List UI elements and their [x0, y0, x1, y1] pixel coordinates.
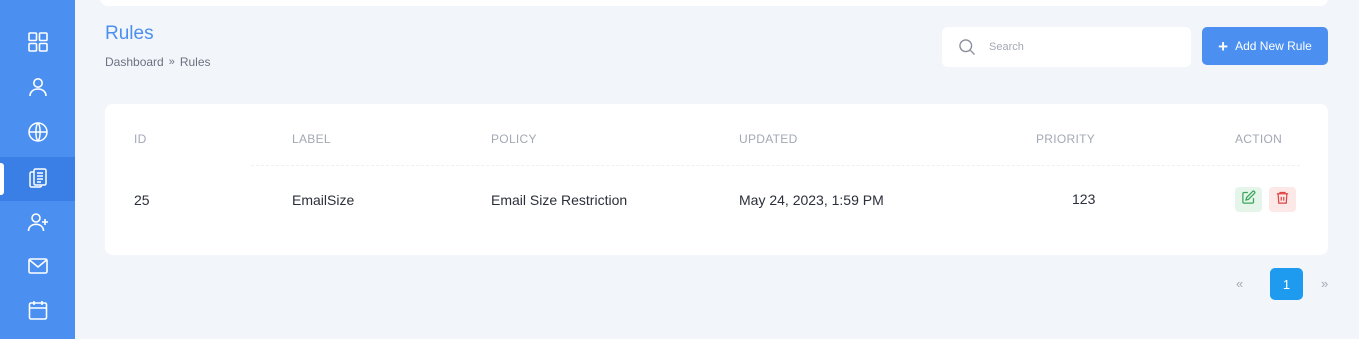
user-icon: [26, 75, 50, 104]
pagination-prev-button[interactable]: «: [1236, 276, 1243, 291]
breadcrumb: Dashboard » Rules: [105, 55, 211, 69]
pagination-next-button[interactable]: »: [1321, 276, 1328, 291]
add-new-rule-label: Add New Rule: [1235, 39, 1312, 53]
cell-label: EmailSize: [292, 192, 355, 208]
sidebar-item-user[interactable]: [0, 67, 75, 111]
user-plus-icon: [26, 210, 50, 239]
column-header-label[interactable]: LABEL: [292, 132, 331, 146]
column-header-updated[interactable]: UPDATED: [739, 132, 798, 146]
documents-icon: [26, 165, 50, 194]
sidebar-item-globe[interactable]: [0, 112, 75, 156]
top-card: [100, 0, 1328, 6]
column-header-action: ACTION: [1235, 132, 1283, 146]
globe-icon: [26, 120, 50, 149]
breadcrumb-separator-icon: »: [168, 56, 175, 68]
search-input[interactable]: [989, 41, 1179, 53]
cell-policy: Email Size Restriction: [491, 192, 628, 208]
grid-icon: [26, 30, 50, 59]
mail-icon: [26, 254, 50, 283]
cell-id: 25: [134, 192, 150, 208]
sidebar: [0, 0, 75, 339]
sidebar-item-rules[interactable]: [0, 157, 75, 201]
edit-button[interactable]: [1235, 187, 1262, 212]
trash-icon: [1275, 190, 1290, 210]
column-header-policy[interactable]: POLICY: [491, 132, 537, 146]
add-new-rule-button[interactable]: + Add New Rule: [1202, 27, 1328, 65]
delete-button[interactable]: [1269, 187, 1296, 212]
calendar-icon: [26, 298, 50, 327]
edit-icon: [1241, 190, 1256, 210]
pagination-page-current[interactable]: 1: [1270, 268, 1303, 300]
column-header-id[interactable]: ID: [134, 132, 147, 146]
rules-table: ID LABEL POLICY UPDATED PRIORITY ACTION …: [105, 104, 1328, 255]
table-divider: [251, 165, 1300, 166]
search-box[interactable]: [942, 27, 1191, 67]
cell-updated: May 24, 2023, 1:59 PM: [739, 192, 884, 208]
sidebar-item-dashboard[interactable]: [0, 22, 75, 66]
page-title: Rules: [105, 23, 154, 44]
search-icon: [957, 37, 977, 57]
sidebar-item-mail[interactable]: [0, 246, 75, 290]
column-header-priority[interactable]: PRIORITY: [1036, 132, 1095, 146]
plus-icon: +: [1218, 36, 1229, 56]
sidebar-item-add-user[interactable]: [0, 202, 75, 246]
cell-priority: 123: [1072, 191, 1096, 207]
breadcrumb-home[interactable]: Dashboard: [105, 55, 164, 69]
breadcrumb-current: Rules: [179, 55, 211, 69]
sidebar-item-calendar[interactable]: [0, 290, 75, 334]
